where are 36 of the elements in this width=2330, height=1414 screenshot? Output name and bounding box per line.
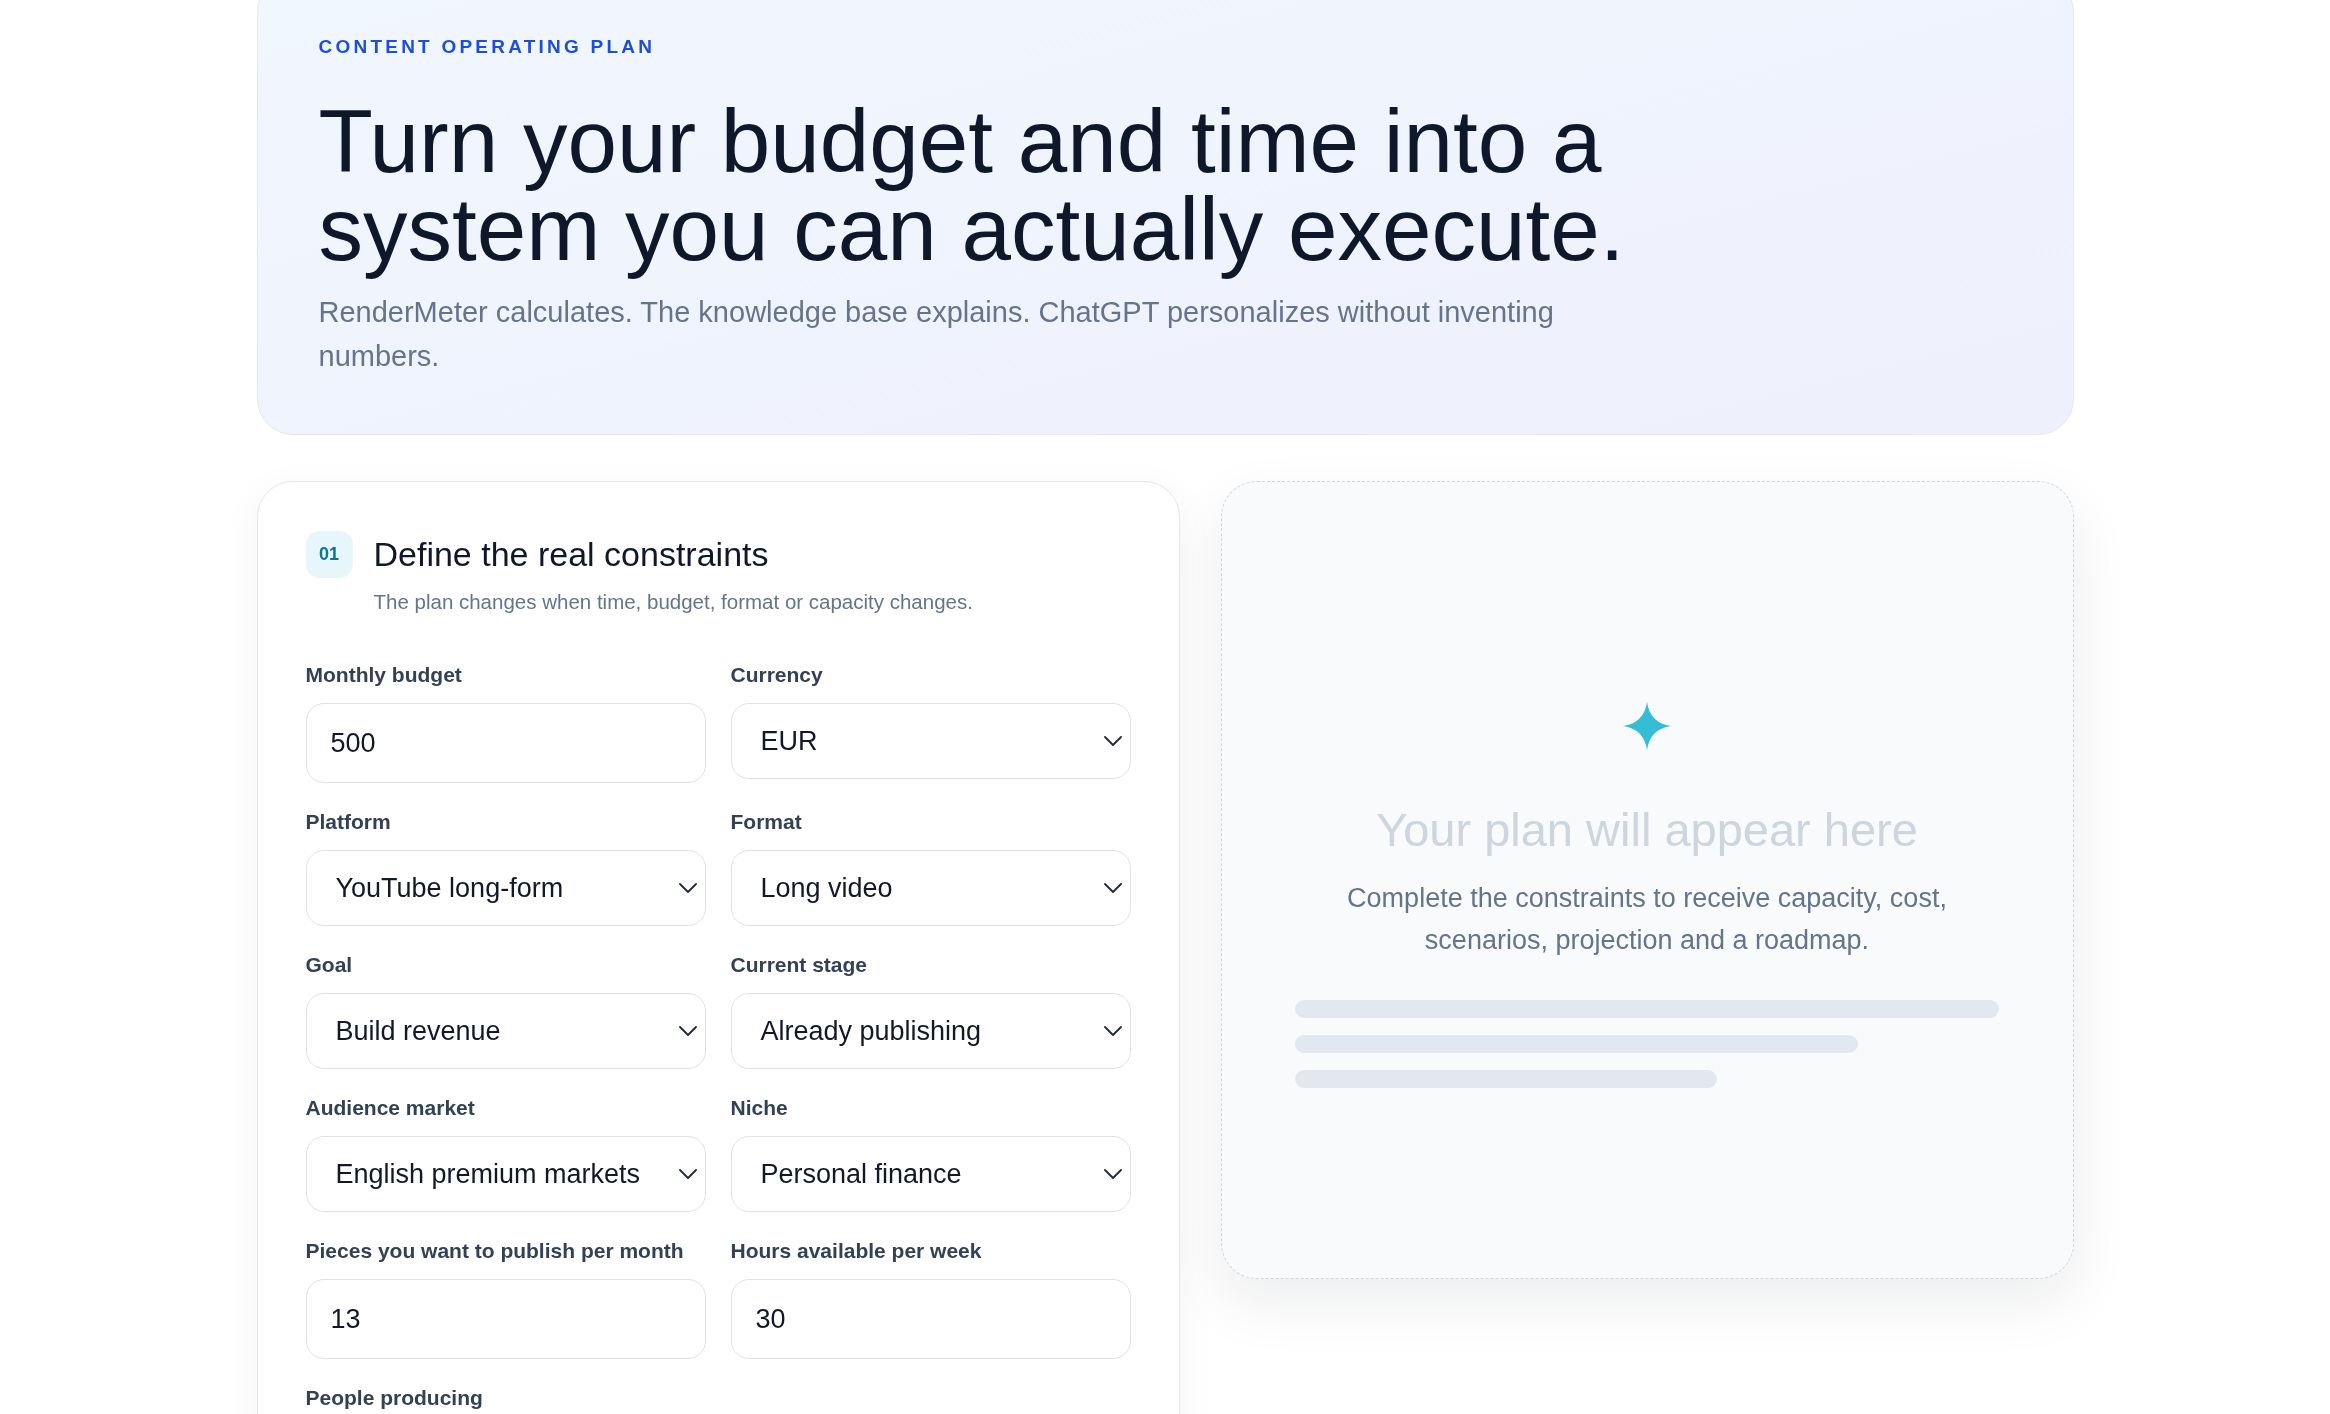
- field-label: Niche: [730, 1097, 789, 1119]
- card-subtitle: The plan changes when time, budget, format or capacity changes.: [373, 590, 973, 614]
- chevron-down-icon: [1103, 883, 1122, 893]
- sparkle-icon: [1623, 702, 1671, 750]
- page-subtitle: RenderMeter calculates. The knowledge base explains. ChatGPT personalizes without inventing numbers.: [318, 295, 1555, 374]
- chevron-down-icon: [678, 883, 697, 893]
- chevron-down-icon: [1103, 1026, 1122, 1036]
- field-label: Pieces you want to publish per month: [305, 1240, 685, 1262]
- field-label: Currency: [730, 664, 824, 686]
- chevron-down-icon: [1103, 736, 1122, 746]
- field-label: People producing: [305, 1387, 484, 1409]
- chevron-down-icon: [1103, 1169, 1122, 1179]
- dropdown-select[interactable]: Already publishing: [730, 993, 1131, 1069]
- text-input[interactable]: 13: [305, 1279, 706, 1359]
- field-label: Platform: [305, 811, 392, 833]
- page-headline: Turn your budget and time into a system you can actually execute.: [318, 97, 1626, 281]
- placeholder-description: Complete the constraints to receive capacity, cost, scenarios, projection and a roadmap.: [1346, 882, 1948, 957]
- chevron-down-icon: [678, 1026, 697, 1036]
- field-label: Audience market: [305, 1097, 476, 1119]
- dropdown-select[interactable]: Build revenue: [305, 993, 706, 1069]
- dropdown-select[interactable]: English premium markets: [305, 1136, 706, 1212]
- dropdown-select[interactable]: Personal finance: [730, 1136, 1131, 1212]
- text-input[interactable]: 30: [730, 1279, 1131, 1359]
- section-eyebrow: CONTENT OPERATING PLAN: [318, 35, 656, 59]
- field-label: Format: [730, 811, 803, 833]
- dropdown-select[interactable]: YouTube long-form: [305, 850, 706, 926]
- field-label: Goal: [305, 954, 354, 976]
- card-title: Define the real constraints: [373, 534, 770, 575]
- dropdown-select[interactable]: Long video: [730, 850, 1131, 926]
- chevron-down-icon: [678, 1169, 697, 1179]
- field-label: Hours available per week: [730, 1240, 983, 1262]
- step-number-badge: 01: [305, 531, 353, 578]
- text-input[interactable]: 500: [305, 703, 706, 783]
- field-label: Current stage: [730, 954, 869, 976]
- field-label: Monthly budget: [305, 664, 463, 686]
- dropdown-select[interactable]: EUR: [730, 703, 1131, 779]
